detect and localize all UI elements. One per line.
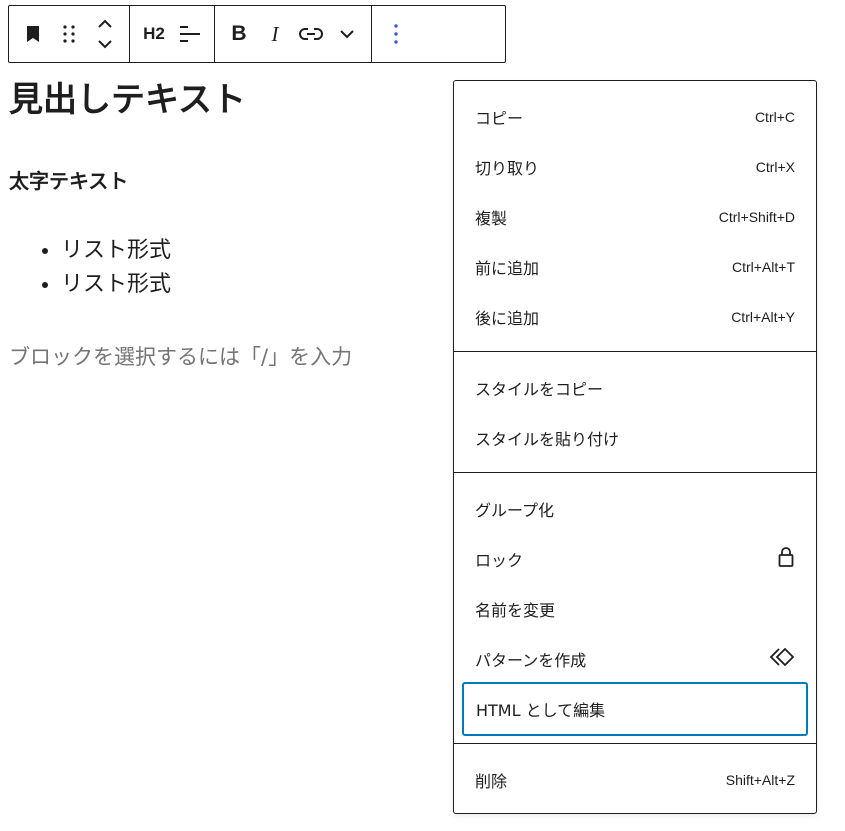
menu-item-label: スタイルを貼り付け	[475, 430, 620, 449]
menu-item-label: 名前を変更	[475, 601, 556, 620]
align-left-icon[interactable]	[172, 10, 208, 58]
menu-item-lock[interactable]: ロック	[463, 534, 807, 584]
shortcut-text: Ctrl+X	[755, 159, 795, 175]
link-icon[interactable]	[293, 10, 329, 58]
menu-item-label: パターンを作成	[475, 651, 587, 670]
toolbar-group-options	[372, 6, 420, 62]
menu-separator	[454, 743, 816, 744]
menu-item-paste-styles[interactable]: スタイルを貼り付け	[463, 413, 807, 463]
chevron-down-icon[interactable]	[329, 10, 365, 58]
shortcut-text: Shift+Alt+Z	[725, 772, 795, 788]
italic-icon[interactable]: I	[257, 10, 293, 58]
menu-separator	[454, 472, 816, 473]
shortcut-text: Ctrl+C	[754, 109, 795, 125]
lock-icon	[777, 546, 795, 572]
menu-item-label: ロック	[475, 551, 524, 570]
menu-item-copy[interactable]: コピー Ctrl+C	[463, 92, 807, 142]
heading-level-button[interactable]: H2	[136, 10, 172, 58]
heading-block[interactable]: 見出しテキスト	[9, 80, 246, 120]
bold-icon[interactable]: B	[221, 10, 257, 58]
block-placeholder[interactable]: ブロックを選択するには「/」を入力	[9, 342, 352, 372]
menu-item-copy-styles[interactable]: スタイルをコピー	[463, 363, 807, 413]
menu-item-create-pattern[interactable]: パターンを作成	[463, 634, 807, 684]
menu-item-group[interactable]: グループ化	[463, 484, 807, 534]
menu-item-insert-before[interactable]: 前に追加 Ctrl+Alt+T	[463, 242, 807, 292]
menu-item-label: 切り取り	[475, 159, 540, 178]
menu-item-label: 複製	[475, 209, 508, 228]
toolbar-group-format: B I	[215, 6, 372, 62]
menu-item-label: コピー	[475, 109, 524, 128]
menu-item-edit-as-html[interactable]: HTML として編集	[462, 682, 808, 736]
bookmark-icon[interactable]	[15, 10, 51, 58]
list-item[interactable]: リスト形式	[61, 234, 171, 268]
block-options-menu: コピー Ctrl+C 切り取り Ctrl+X 複製 Ctrl+Shift+D 前…	[453, 80, 817, 814]
shortcut-text: Ctrl+Alt+Y	[731, 309, 795, 325]
shortcut-text: Ctrl+Shift+D	[718, 209, 795, 225]
list-item[interactable]: リスト形式	[61, 268, 171, 302]
menu-item-delete[interactable]: 削除 Shift+Alt+Z	[463, 755, 807, 805]
bold-paragraph-block[interactable]: 太字テキスト	[9, 168, 128, 194]
more-options-icon[interactable]	[378, 10, 414, 58]
menu-separator	[454, 351, 816, 352]
move-up-down-icon[interactable]	[87, 10, 123, 58]
pattern-icon	[769, 647, 795, 671]
toolbar-group-block	[9, 6, 130, 62]
menu-item-label: 前に追加	[475, 259, 540, 278]
menu-item-rename[interactable]: 名前を変更	[463, 584, 807, 634]
menu-item-label: 後に追加	[475, 309, 540, 328]
menu-item-label: グループ化	[475, 501, 555, 520]
shortcut-text: Ctrl+Alt+T	[731, 259, 795, 275]
list-block[interactable]: リスト形式 リスト形式	[9, 234, 171, 302]
menu-item-duplicate[interactable]: 複製 Ctrl+Shift+D	[463, 192, 807, 242]
drag-handle-icon[interactable]	[51, 10, 87, 58]
block-toolbar: H2 B I	[8, 5, 506, 63]
menu-item-insert-after[interactable]: 後に追加 Ctrl+Alt+Y	[463, 292, 807, 342]
menu-item-label: スタイルをコピー	[475, 380, 604, 399]
menu-item-cut[interactable]: 切り取り Ctrl+X	[463, 142, 807, 192]
menu-item-label: 削除	[475, 772, 508, 791]
menu-item-label: HTML として編集	[476, 701, 606, 720]
toolbar-group-heading: H2	[130, 6, 215, 62]
